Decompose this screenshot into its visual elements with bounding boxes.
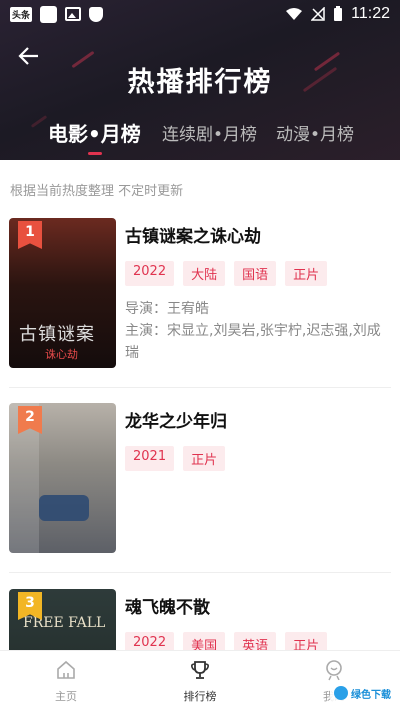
list-item[interactable]: 古镇谜案 诛心劫 1 古镇谜案之诛心劫 2022 大陆 国语 正片 导演：王宥皓… <box>9 218 391 388</box>
movie-title[interactable]: 龙华之少年归 <box>125 407 390 432</box>
active-tab-indicator <box>88 152 102 155</box>
tag-language: 英语 <box>234 632 277 650</box>
poster-scene <box>39 495 89 521</box>
tag-region: 美国 <box>183 632 226 650</box>
poster-title: FREE FALL <box>23 615 106 631</box>
nav-ranking[interactable]: 排行榜 <box>160 659 240 704</box>
tag-type: 正片 <box>285 632 328 650</box>
image-icon <box>65 7 82 21</box>
status-bar: 头条 11:22 <box>0 0 400 28</box>
battery-icon <box>334 6 343 21</box>
watermark-text: 绿色下载 <box>351 689 391 701</box>
cast: 主演：宋显立,刘昊岩,张宇柠,迟志强,刘成瑞 <box>125 323 381 361</box>
shield-icon <box>89 6 104 22</box>
poster-subtitle: 诛心劫 <box>45 348 78 361</box>
no-signal-icon <box>311 7 325 21</box>
movie-title[interactable]: 古镇谜案之诛心劫 <box>125 222 390 247</box>
poster-title: 古镇谜案 <box>19 324 95 345</box>
tab-series-monthly[interactable]: 连续剧•月榜 <box>162 120 257 145</box>
tag-language: 国语 <box>234 261 277 286</box>
movie-title[interactable]: 魂飞魄不散 <box>125 593 390 618</box>
tag-list: 2021 正片 <box>125 446 390 471</box>
movie-poster[interactable]: FREE FALL 3 <box>9 589 116 650</box>
trophy-icon <box>191 661 209 679</box>
clock: 11:22 <box>351 5 390 22</box>
header: 头条 11:22 热播排行榜 电影•月榜 连续剧•月榜 动漫•月榜 <box>0 0 400 160</box>
wifi-icon <box>286 8 303 20</box>
watermark: 绿色下载 <box>330 680 396 706</box>
director: 导演：王宥皓 <box>125 301 209 317</box>
tab-anime-monthly[interactable]: 动漫•月榜 <box>276 120 354 145</box>
tag-type: 正片 <box>285 261 328 286</box>
tag-list: 2022 美国 英语 正片 <box>125 632 390 650</box>
tag-year: 2022 <box>125 632 175 650</box>
watermark-logo-icon <box>334 686 348 700</box>
ranking-list[interactable]: 根据当前热度整理 不定时更新 古镇谜案 诛心劫 1 古镇谜案之诛心劫 2022 … <box>0 160 400 650</box>
rank-badge: 1 <box>18 221 42 249</box>
update-note: 根据当前热度整理 不定时更新 <box>10 184 184 199</box>
list-item[interactable]: FREE FALL 3 魂飞魄不散 2022 美国 英语 正片 <box>9 589 391 650</box>
tag-year: 2022 <box>125 261 175 286</box>
nav-label: 排行榜 <box>183 690 217 703</box>
nav-label: 主页 <box>55 690 77 703</box>
tab-bar: 电影•月榜 连续剧•月榜 动漫•月榜 <box>0 120 400 160</box>
movie-poster[interactable]: 古镇谜案 诛心劫 1 <box>9 218 116 368</box>
toutiao-icon: 头条 <box>10 6 33 22</box>
user-icon <box>326 660 342 681</box>
nav-home[interactable]: 主页 <box>26 659 106 704</box>
list-item[interactable]: 2 龙华之少年归 2021 正片 <box>9 403 391 573</box>
app-square-icon <box>40 5 58 23</box>
tag-list: 2022 大陆 国语 正片 <box>125 261 390 286</box>
tag-year: 2021 <box>125 446 175 471</box>
tab-movies-monthly[interactable]: 电影•月榜 <box>48 118 141 147</box>
page-title: 热播排行榜 <box>127 67 273 98</box>
home-icon <box>57 660 75 679</box>
tag-region: 大陆 <box>183 261 226 286</box>
tag-type: 正片 <box>183 446 226 471</box>
movie-poster[interactable]: 2 <box>9 403 116 553</box>
